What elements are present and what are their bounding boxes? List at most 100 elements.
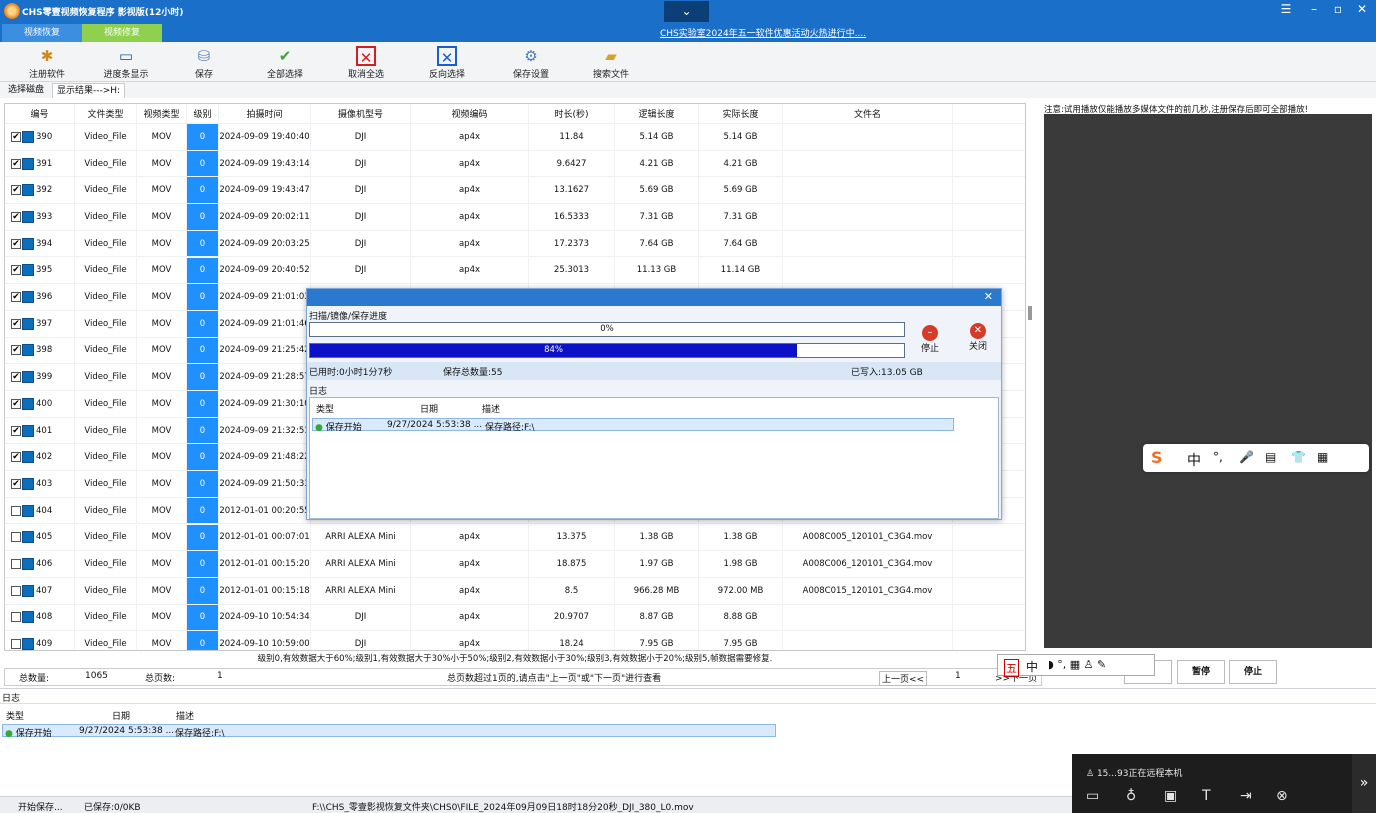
ime-bar-secondary[interactable]: 五 中 ◗ °, ▦ ♙ ✎ bbox=[997, 654, 1155, 677]
close-window-button[interactable]: ✕ bbox=[1350, 0, 1374, 22]
punct-icon[interactable]: °, bbox=[1213, 450, 1223, 464]
table-row[interactable]: 409 Video_File MOV 0 2024-09-10 10:59:00 DJI a… bbox=[5, 631, 1025, 650]
column-header[interactable]: 级别 bbox=[187, 104, 219, 123]
tab-video-recovery[interactable]: 视频恢复 bbox=[2, 24, 82, 42]
current-page[interactable]: 1 bbox=[955, 671, 961, 681]
pause-button[interactable]: 暂停 bbox=[1177, 660, 1225, 684]
log-row[interactable]: ● 保存开始 9/27/2024 5:53:38 ... 保存路径:F:\ bbox=[2, 724, 776, 739]
moon-icon[interactable]: ◗ °, ▦ ♙ ✎ bbox=[1048, 658, 1106, 671]
close-circle-icon[interactable]: ⊗ bbox=[1276, 788, 1288, 804]
row-checkbox[interactable]: ✔ bbox=[11, 292, 21, 303]
menu-button[interactable]: ☰ bbox=[1274, 0, 1298, 22]
row-checkbox[interactable]: ✔ bbox=[11, 131, 21, 142]
save-settings-button[interactable]: ⚙ 保存设置 bbox=[496, 44, 566, 82]
row-checkbox[interactable]: ✔ bbox=[11, 425, 21, 436]
remote-expand-button[interactable]: » bbox=[1352, 754, 1376, 813]
row-checkbox[interactable]: ✔ bbox=[11, 265, 21, 276]
row-checkbox[interactable] bbox=[11, 612, 21, 623]
cell-dur: 13.1627 bbox=[529, 177, 615, 204]
collapse-button[interactable]: ⌄ bbox=[664, 1, 709, 23]
cell-dur: 9.6427 bbox=[529, 150, 615, 177]
elapsed-time: 已用时:0小时1分7秒 bbox=[309, 368, 393, 378]
column-header[interactable]: 逻辑长度 bbox=[615, 104, 699, 123]
row-checkbox[interactable]: ✔ bbox=[11, 478, 21, 489]
row-checkbox[interactable]: ✔ bbox=[11, 318, 21, 329]
toolbox-icon[interactable]: ▦ bbox=[1317, 450, 1328, 464]
chat-icon[interactable]: ▭ bbox=[1086, 788, 1099, 804]
row-checkbox[interactable] bbox=[11, 532, 21, 543]
cell-level: 0 bbox=[187, 257, 219, 284]
row-checkbox[interactable]: ✔ bbox=[11, 238, 21, 249]
row-checkbox[interactable]: ✔ bbox=[11, 398, 21, 409]
row-checkbox[interactable]: ✔ bbox=[11, 158, 21, 169]
table-row[interactable]: 408 Video_File MOV 0 2024-09-10 10:54:34 DJI a… bbox=[5, 604, 1025, 632]
column-header[interactable]: 摄像机型号 bbox=[311, 104, 411, 123]
tab-results[interactable]: 显示结果--->H: bbox=[52, 83, 126, 98]
row-checkbox[interactable]: ✔ bbox=[11, 345, 21, 356]
row-checkbox[interactable]: ✔ bbox=[11, 452, 21, 463]
dialog-log-row[interactable]: ● 保存开始 9/27/2024 5:53:38 ... 保存路径:F:\ bbox=[312, 418, 954, 433]
deselect-all-button[interactable]: ✕ 取消全选 bbox=[331, 44, 401, 82]
tab-video-repair[interactable]: 视频修复 bbox=[82, 24, 162, 42]
maximize-button[interactable]: ▫ bbox=[1326, 0, 1350, 22]
skin-icon[interactable]: 👕 bbox=[1291, 450, 1306, 464]
table-row[interactable]: ✔ 395 Video_File MOV 0 2024-09-09 20:40:52 DJI… bbox=[5, 257, 1025, 285]
row-checkbox[interactable] bbox=[11, 505, 21, 516]
save-button[interactable]: ⛁ 保存 bbox=[169, 44, 239, 82]
prev-page-button[interactable]: 上一页<< bbox=[879, 671, 928, 686]
ime-toolbar[interactable]: S 中 °, 🎤 ▤ 👕 ▦ bbox=[1143, 444, 1369, 472]
text-icon[interactable]: T bbox=[1202, 788, 1211, 804]
dialog-close-button[interactable]: ✕ 关闭 bbox=[963, 323, 993, 352]
table-row[interactable]: ✔ 392 Video_File MOV 0 2024-09-09 19:43:47 DJI… bbox=[5, 177, 1025, 205]
table-row[interactable]: ✔ 393 Video_File MOV 0 2024-09-09 20:02:11 DJI… bbox=[5, 204, 1025, 231]
register-button[interactable]: ✱ 注册软件 bbox=[12, 44, 82, 82]
transfer-icon[interactable]: ⇥ bbox=[1240, 788, 1252, 804]
chinese-mode[interactable]: 中 bbox=[1026, 658, 1038, 675]
cell-id: 407 bbox=[5, 577, 75, 604]
table-row[interactable]: 405 Video_File MOV 0 2012-01-01 00:07:01 ARRI… bbox=[5, 524, 1025, 552]
row-checkbox[interactable]: ✔ bbox=[11, 185, 21, 196]
column-header[interactable]: 文件名 bbox=[783, 104, 953, 123]
select-all-button[interactable]: ✔ 全部选择 bbox=[250, 44, 320, 82]
mic-icon[interactable]: 🎤 bbox=[1239, 450, 1254, 464]
sogou-icon[interactable]: S bbox=[1151, 448, 1163, 467]
row-checkbox[interactable] bbox=[11, 585, 21, 596]
dialog-close-icon[interactable]: ✕ bbox=[984, 290, 993, 303]
row-checkbox[interactable] bbox=[11, 559, 21, 570]
table-row[interactable]: ✔ 390 Video_File MOV 0 2024-09-09 19:40:40 DJI… bbox=[5, 124, 1025, 151]
minimize-icon: – bbox=[1311, 2, 1317, 16]
minimize-button[interactable]: – bbox=[1302, 0, 1326, 22]
table-row[interactable]: 406 Video_File MOV 0 2012-01-01 00:15:20 ARRI… bbox=[5, 551, 1025, 578]
column-header[interactable]: 文件类型 bbox=[75, 104, 137, 123]
row-checkbox[interactable]: ✔ bbox=[11, 211, 21, 222]
cell-level: 0 bbox=[187, 230, 219, 257]
column-header[interactable]: 视频类型 bbox=[137, 104, 187, 123]
keyboard-icon[interactable]: ▤ bbox=[1265, 450, 1276, 464]
column-header[interactable]: 拍摄时间 bbox=[219, 104, 311, 123]
mic-icon[interactable]: ♁ bbox=[1126, 788, 1136, 804]
progress-display-button[interactable]: ▭ 进度条显示 bbox=[91, 44, 161, 82]
table-row[interactable]: 407 Video_File MOV 0 2012-01-01 00:15:18 ARRI… bbox=[5, 577, 1025, 605]
invert-select-button[interactable]: ✕ 反向选择 bbox=[412, 44, 482, 82]
table-row[interactable]: ✔ 391 Video_File MOV 0 2024-09-09 19:43:14 DJI… bbox=[5, 150, 1025, 178]
splitter-handle[interactable] bbox=[1028, 306, 1032, 320]
row-checkbox[interactable]: ✔ bbox=[11, 372, 21, 383]
cell-logical: 1.38 GB bbox=[615, 524, 699, 551]
wubi-icon[interactable]: 五 bbox=[1004, 659, 1019, 677]
column-header[interactable]: 实际长度 bbox=[699, 104, 783, 123]
column-header[interactable]: 编号 bbox=[5, 104, 75, 123]
promo-link[interactable]: CHS实验室2024年五一软件优惠活动火热进行中.... bbox=[660, 26, 866, 39]
screen-icon[interactable]: ▣ bbox=[1164, 788, 1177, 804]
table-row[interactable]: ✔ 394 Video_File MOV 0 2024-09-09 20:03:25 DJI… bbox=[5, 230, 1025, 258]
written-size: 已写入:13.05 GB bbox=[851, 368, 923, 378]
tab-select-disk[interactable]: 选择磁盘 bbox=[4, 83, 48, 98]
row-id: 407 bbox=[36, 585, 53, 596]
search-files-button[interactable]: ▰ 搜索文件 bbox=[576, 44, 646, 82]
stop-button[interactable]: 停止 bbox=[1229, 660, 1277, 684]
dialog-stop-button[interactable]: – 停止 bbox=[915, 325, 945, 354]
column-header[interactable]: 时长(秒) bbox=[529, 104, 615, 123]
ime-mode[interactable]: 中 bbox=[1187, 450, 1201, 470]
cell-codec: ap4x bbox=[411, 230, 529, 257]
column-header[interactable]: 视频编码 bbox=[411, 104, 529, 123]
row-checkbox[interactable] bbox=[11, 639, 21, 650]
